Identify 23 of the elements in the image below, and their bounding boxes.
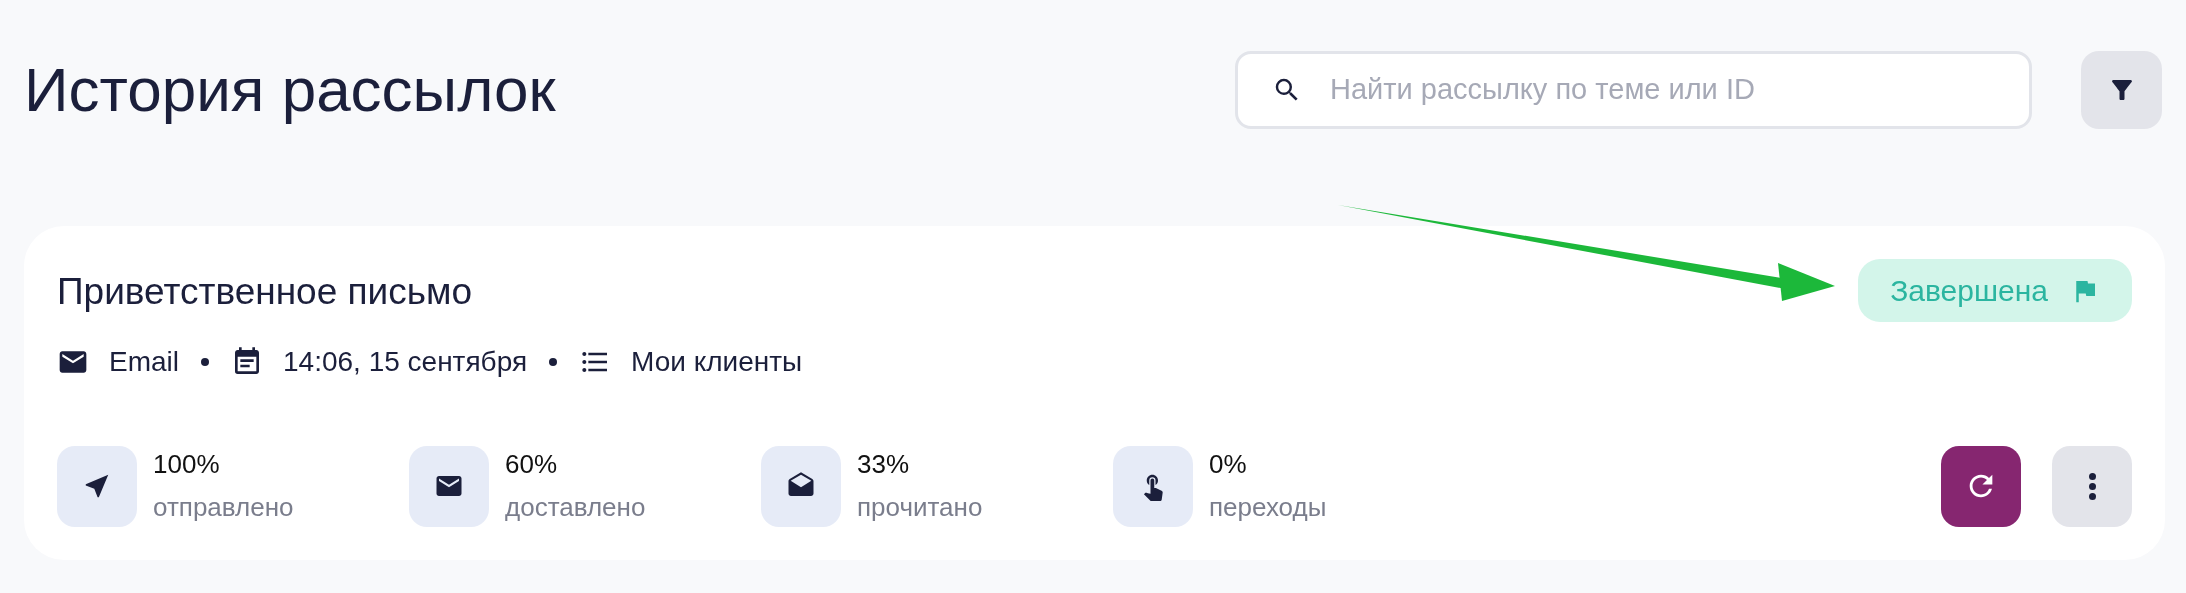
- stat-label: доставлено: [505, 491, 646, 524]
- filter-button[interactable]: [2081, 51, 2162, 129]
- meta-text: Мои клиенты: [631, 345, 803, 380]
- envelope-icon: [409, 445, 489, 527]
- meta-text: 14:06, 15 сентября: [283, 345, 528, 380]
- stat-value: 60%: [505, 448, 559, 481]
- more-button[interactable]: [2052, 445, 2132, 527]
- paper-plane-icon: [57, 445, 137, 527]
- open-envelope-icon: [761, 445, 841, 527]
- stat-label: переходы: [1209, 491, 1327, 524]
- refresh-button[interactable]: [1941, 445, 2021, 527]
- pointing-hand-icon: [1113, 445, 1193, 527]
- more-icon: [2088, 472, 2096, 500]
- stat-value: 33%: [857, 448, 911, 481]
- search-field[interactable]: Найти рассылку по теме или ID: [1330, 68, 1995, 112]
- stat-label: отправлено: [153, 491, 294, 524]
- stat-label: прочитано: [857, 491, 983, 524]
- campaign-title: Приветственное письмо: [57, 270, 474, 314]
- stat-value: 0%: [1209, 448, 1248, 481]
- search-bar[interactable]: Найти рассылку по теме или ID: [1235, 51, 2032, 129]
- status-badge: Завершена: [1858, 259, 2132, 322]
- meta-text: Email: [109, 345, 179, 380]
- stat-value: 100%: [153, 448, 221, 481]
